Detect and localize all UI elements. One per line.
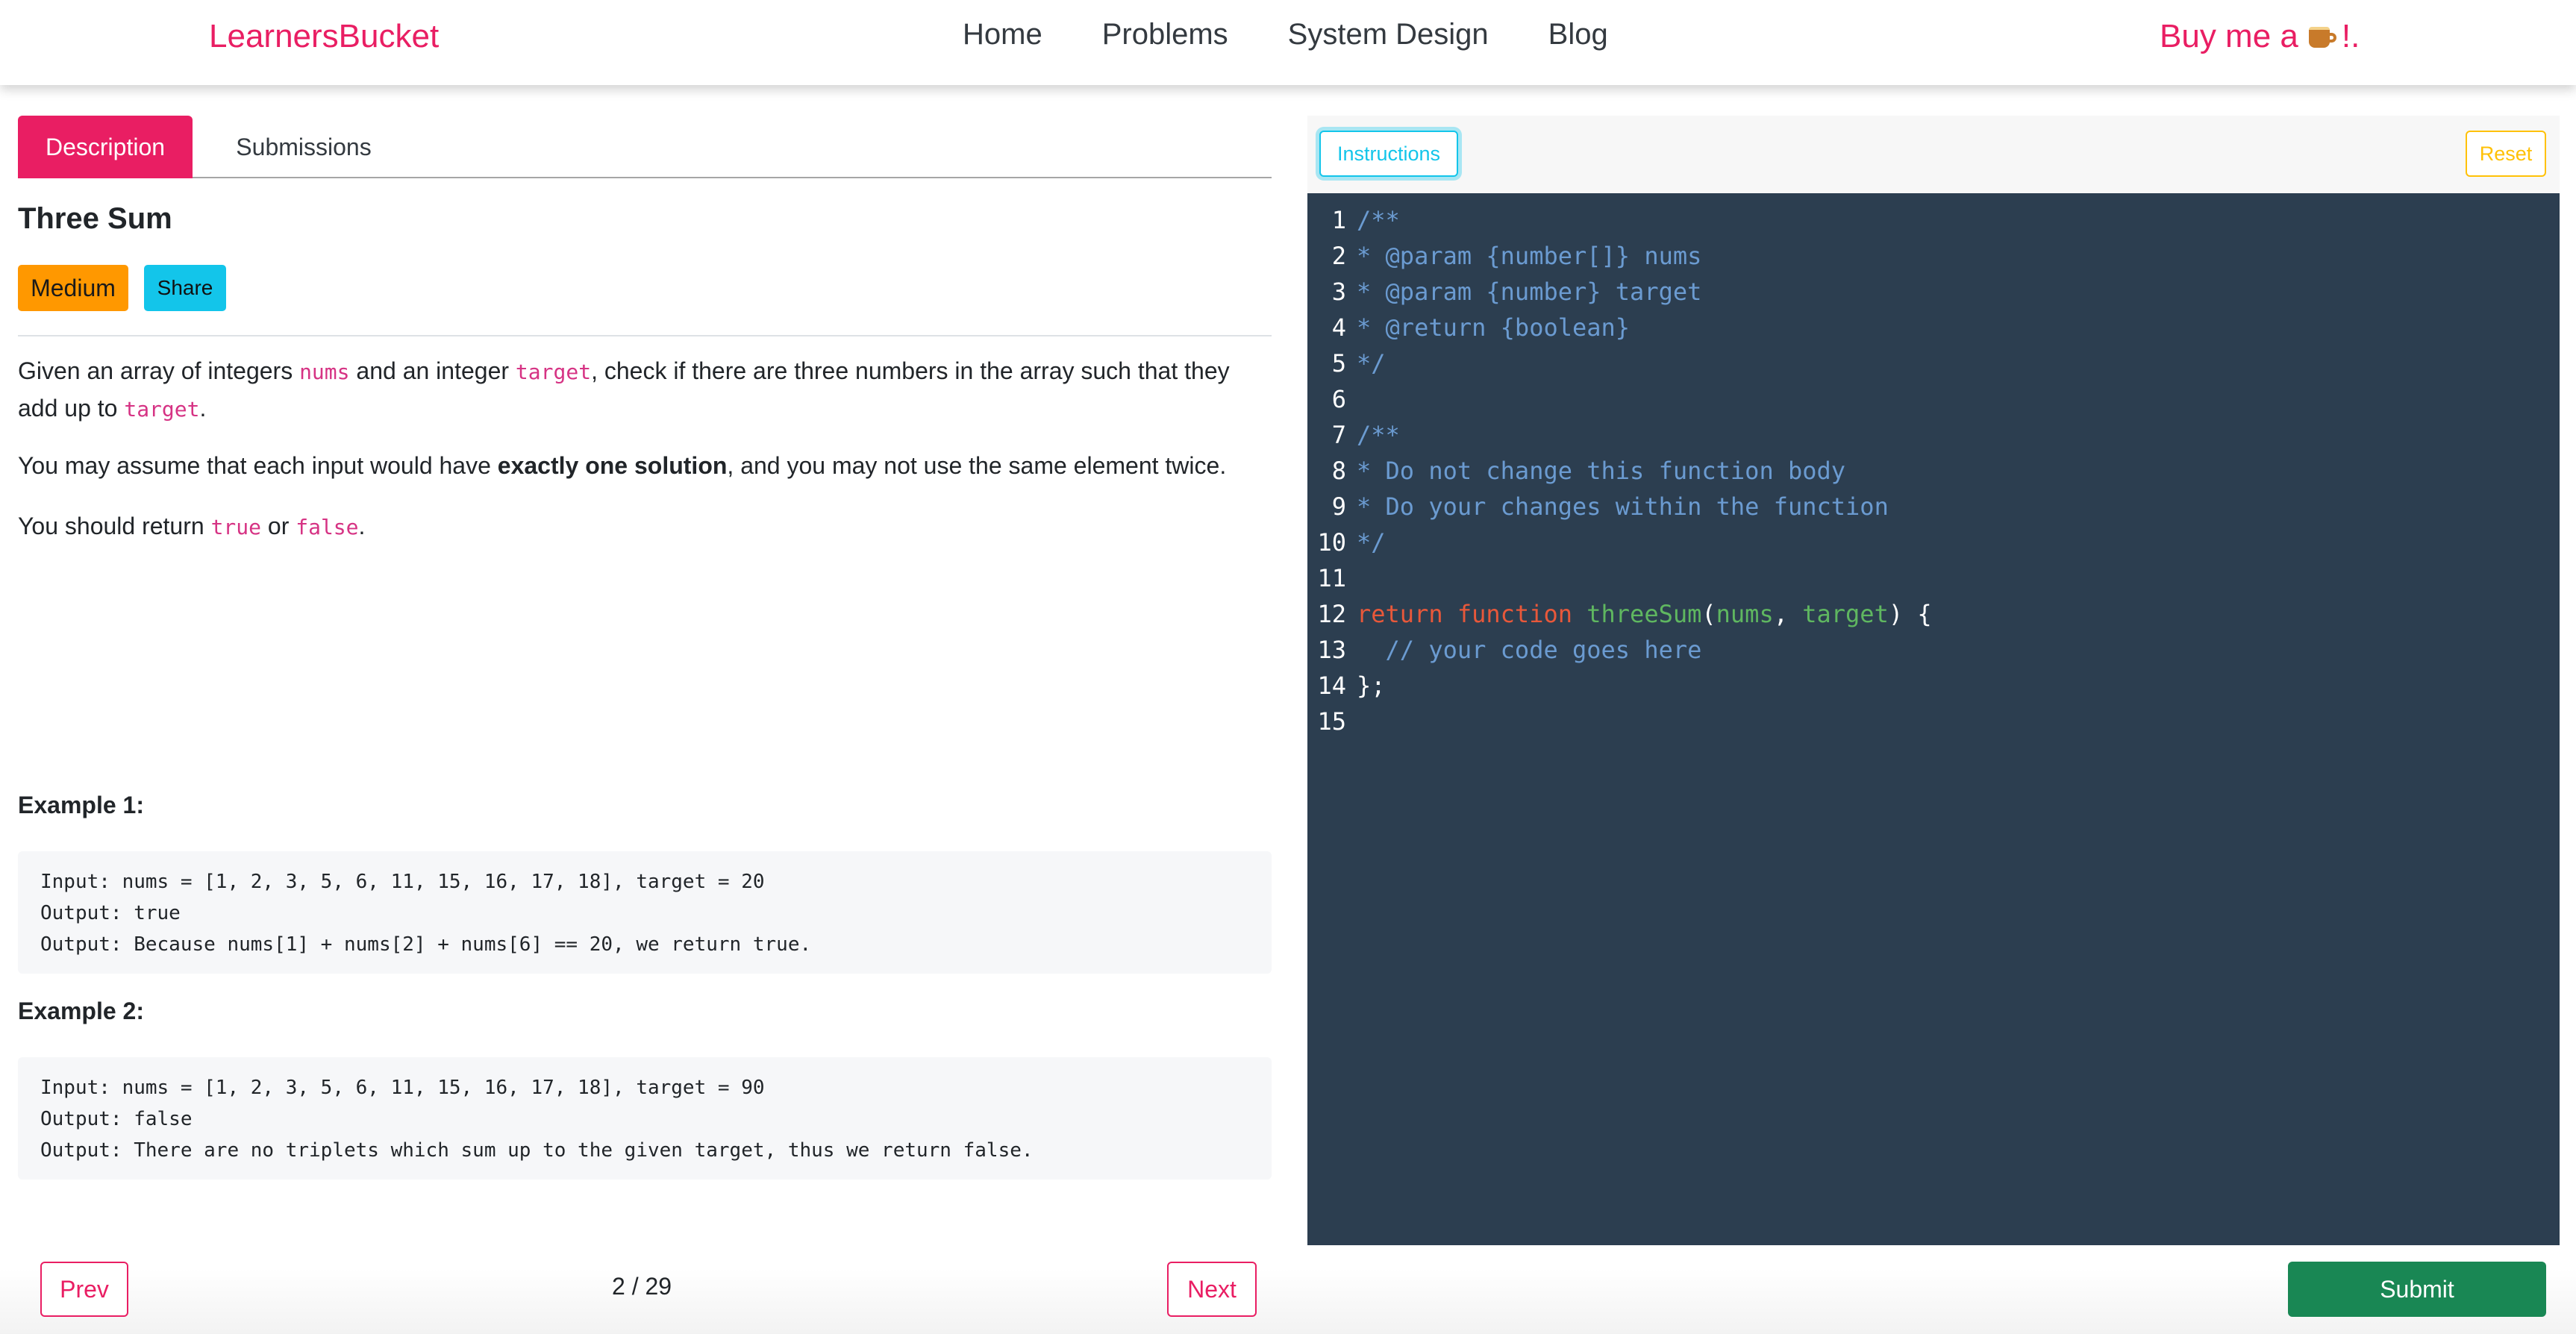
keyword: function (1457, 600, 1572, 628)
code-text: return function threeSum(nums, target) { (1357, 596, 1932, 632)
line-number: 3 (1331, 278, 1346, 306)
problem-return-note: You should return true or false. (18, 508, 1272, 545)
editor-toolbar: Instructions Reset (1307, 116, 2560, 193)
line-number: 13 (1317, 636, 1346, 664)
punctuation: ) { (1888, 600, 1932, 628)
problem-description: Given an array of integers nums and an i… (18, 353, 1272, 428)
line-number: 10 (1317, 528, 1346, 557)
line-number: 15 (1317, 707, 1346, 736)
nav-link-blog[interactable]: Blog (1548, 18, 1608, 51)
line-number: 2 (1331, 242, 1346, 270)
code-line: Output: false (40, 1108, 193, 1130)
code-line: Output: There are no triplets which sum … (40, 1139, 1034, 1162)
coffee-prefix: Buy me a (2160, 18, 2298, 54)
code-text: * @param {number[]} nums (1357, 242, 1702, 270)
code-text: * Do your changes within the function (1357, 492, 1889, 521)
example-1-heading: Example 1: (18, 792, 144, 818)
bold-text: exactly one solution (497, 452, 728, 479)
line-number: 8 (1331, 457, 1346, 485)
code-line: Input: nums = [1, 2, 3, 5, 6, 11, 15, 16… (40, 871, 765, 893)
inline-code: nums (299, 360, 350, 384)
buy-me-a-coffee-link[interactable]: Buy me a !. (2160, 18, 2360, 55)
param: target (1802, 600, 1889, 628)
code-line: Input: nums = [1, 2, 3, 5, 6, 11, 15, 16… (40, 1077, 765, 1099)
brand-logo-link[interactable]: LearnersBucket (209, 18, 439, 55)
code-text: */ (1357, 528, 1386, 557)
text: You should return (18, 513, 211, 539)
footer-shade (0, 1268, 2576, 1334)
text: You may assume that each input would hav… (18, 452, 498, 479)
code-text: /** (1357, 421, 1400, 449)
line-number: 4 (1331, 313, 1346, 342)
example-2-code: Input: nums = [1, 2, 3, 5, 6, 11, 15, 16… (18, 1057, 1272, 1180)
code-text: */ (1357, 349, 1386, 378)
line-number: 9 (1331, 492, 1346, 521)
inline-code: false (296, 515, 359, 539)
line-number: 14 (1317, 671, 1346, 700)
inline-code: target (515, 360, 592, 384)
inline-code: target (124, 397, 200, 422)
punctuation: , (1773, 600, 1803, 628)
coffee-cup-icon (2307, 24, 2337, 49)
nav-link-home[interactable]: Home (963, 18, 1042, 51)
code-text: * @return {boolean} (1357, 313, 1631, 342)
problem-tabs: Description Submissions (18, 116, 1272, 178)
line-number: 1 (1331, 206, 1346, 234)
line-number: 6 (1331, 385, 1346, 413)
code-text: * @param {number} target (1357, 278, 1702, 306)
top-navbar: LearnersBucket Home Problems System Desi… (0, 0, 2576, 85)
coffee-suffix: !. (2341, 18, 2360, 54)
problem-assumption: You may assume that each input would hav… (18, 448, 1272, 483)
main-nav: Home Problems System Design Blog (963, 18, 1608, 51)
code-editor[interactable]: 1 /** 2 * @param {number[]} nums 3 * @param… (1307, 193, 2560, 1245)
submit-button[interactable]: Submit (2288, 1262, 2546, 1317)
prev-button[interactable]: Prev (40, 1262, 128, 1317)
tab-description[interactable]: Description (18, 116, 193, 178)
divider (18, 335, 1272, 336)
line-number: 5 (1331, 349, 1346, 378)
code-text: /** (1357, 206, 1400, 234)
function-name: threeSum (1586, 600, 1702, 628)
line-number: 7 (1331, 421, 1346, 449)
difficulty-badge: Medium (18, 265, 128, 311)
text: . (199, 395, 207, 422)
text: . (358, 513, 366, 539)
nav-link-system-design[interactable]: System Design (1288, 18, 1489, 51)
problem-panel: Description Submissions Three Sum Medium… (18, 116, 1272, 1180)
text: Given an array of integers (18, 357, 300, 384)
code-text: * Do not change this function body (1357, 457, 1846, 485)
text: or (261, 513, 296, 539)
line-number: 11 (1317, 564, 1346, 592)
tab-submissions[interactable]: Submissions (204, 116, 403, 178)
nav-link-problems[interactable]: Problems (1102, 18, 1228, 51)
keyword: return (1357, 600, 1443, 628)
inline-code: true (210, 515, 261, 539)
reset-button[interactable]: Reset (2466, 131, 2546, 177)
line-number: 12 (1317, 600, 1346, 628)
share-button[interactable]: Share (144, 265, 226, 311)
param: nums (1716, 600, 1774, 628)
instructions-button[interactable]: Instructions (1319, 131, 1458, 177)
problem-title: Three Sum (18, 202, 172, 235)
text: , and you may not use the same element t… (727, 452, 1227, 479)
next-button[interactable]: Next (1167, 1262, 1257, 1317)
text: and an integer (349, 357, 516, 384)
page-indicator: 2 / 29 (612, 1273, 672, 1300)
code-line: Output: true (40, 902, 181, 924)
code-text: // your code goes here (1357, 636, 1702, 664)
code-text: }; (1357, 671, 1386, 700)
punctuation: ( (1701, 600, 1716, 628)
code-line: Output: Because nums[1] + nums[2] + nums… (40, 933, 812, 956)
example-2-heading: Example 2: (18, 998, 144, 1024)
example-1-code: Input: nums = [1, 2, 3, 5, 6, 11, 15, 16… (18, 851, 1272, 974)
